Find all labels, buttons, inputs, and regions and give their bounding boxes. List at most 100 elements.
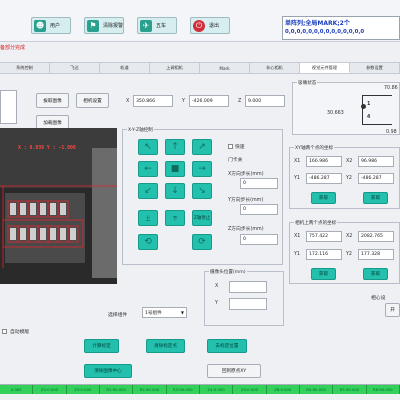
get-cam1-button[interactable]: 获取	[311, 268, 336, 280]
y-label: Y	[182, 99, 185, 104]
auto-template-checkbox[interactable]	[2, 329, 7, 334]
arrow-left-icon: ←	[144, 164, 152, 174]
cursor-overlay: X : 0.039 Y : -1.000	[18, 146, 76, 151]
axis-status-cell: 0.063	[0, 385, 34, 394]
xyz-control-title: X-Y-Z轴控制	[127, 127, 154, 133]
x2-field[interactable]: 96.986	[358, 156, 394, 167]
status-title: 单阵列;全局MARK;2个	[285, 20, 350, 27]
tab-track[interactable]: 轨道	[100, 63, 150, 73]
move-up-left-button[interactable]: ↖	[138, 139, 158, 155]
cam-x1-field[interactable]: 757.422	[306, 231, 342, 242]
move-up-button[interactable]: ↑	[165, 139, 185, 155]
y-coord-field[interactable]: -426.009	[189, 95, 229, 107]
auto-template-toggle[interactable]: 自动模版	[2, 328, 29, 335]
go-calibration-position-button[interactable]: 去标定位置	[207, 339, 247, 353]
cam-x2-field[interactable]: 2082.765	[358, 231, 394, 242]
clear-calibration-points-button[interactable]: 清除标定点	[146, 339, 185, 353]
move-stop-button[interactable]: ■	[165, 161, 185, 177]
z-stop-button[interactable]: Z轴停止	[192, 210, 212, 226]
y2-label: Y2	[346, 176, 352, 181]
axis-status-cell: R1:90.000	[99, 385, 134, 394]
tab-system[interactable]: 系统控制	[0, 63, 50, 73]
tab-params[interactable]: 参数设置	[350, 63, 400, 73]
x2-label: X2	[346, 159, 353, 164]
x-step-label: X方向步长(mm)	[228, 172, 264, 177]
y2-field[interactable]: -486.287	[358, 173, 394, 184]
component-select[interactable]: 1号组件 ▼	[142, 307, 187, 318]
get-cam2-button[interactable]: 获取	[363, 268, 388, 280]
arrow-down-icon: ↓	[171, 186, 179, 196]
rotate-cw-button[interactable]: ⟳	[192, 234, 212, 250]
status-values: 0,0,0,0,0,0,0,0,0,0,0,0,0,0	[285, 29, 365, 35]
capture-image-button[interactable]: 拔取图像	[36, 93, 69, 108]
warning-text: 备部分完成	[0, 45, 26, 51]
cam-x-label: X	[215, 284, 219, 289]
truck-button[interactable]: ✈ 五车	[137, 17, 177, 34]
tab-center-camera[interactable]: 非心相机	[250, 63, 300, 73]
alarm-clear-icon: ⚑	[87, 19, 99, 32]
z-step-field[interactable]: 0	[240, 234, 278, 245]
clear-image-center-button[interactable]: 清除图像中心	[84, 364, 132, 378]
nozzle-point-4: 4	[367, 115, 371, 120]
fast-toggle[interactable]: 快速	[228, 143, 245, 150]
door-label: 门卡关	[228, 158, 243, 163]
nozzle-diagram	[362, 95, 392, 125]
nozzle-top-value: 70.86	[384, 86, 398, 91]
cam-y1-field[interactable]: 172.116	[306, 249, 342, 260]
cam-y2-field[interactable]: 177.328	[358, 249, 394, 260]
y-step-label: Y方向步长(mm)	[228, 198, 264, 203]
axis-status-cell: Z4:0.000	[199, 385, 234, 394]
move-down-right-button[interactable]: ↘	[192, 183, 212, 199]
compute-calibration-button[interactable]: 计算标定	[84, 339, 119, 353]
arrow-down-right-icon: ↘	[198, 186, 206, 196]
tab-vision[interactable]: 视觉元件管理	[300, 63, 350, 73]
z-coord-field[interactable]: 9.000	[245, 95, 285, 107]
y1-label: Y1	[294, 176, 300, 181]
cam-y-label: Y	[215, 301, 218, 306]
rotate-ccw-button[interactable]: ⟲	[138, 234, 158, 250]
tab-bar: 系统控制 飞达 轨道 上调相机 Mark 非心相机 视觉元件管理 参数设置	[0, 62, 400, 74]
stop-icon: ■	[170, 164, 180, 174]
axis-status-cell: R3:90.000	[166, 385, 200, 394]
move-down-button[interactable]: ↓	[165, 183, 185, 199]
user-button[interactable]: ☻ 用户	[31, 17, 71, 34]
tab-up-camera[interactable]: 上调相机	[150, 63, 200, 73]
tab-feeder[interactable]: 飞达	[50, 63, 100, 73]
tab-mark[interactable]: Mark	[200, 63, 250, 73]
cam-y2-label: Y2	[346, 252, 352, 257]
cam-y-field[interactable]	[229, 298, 267, 310]
return-origin-xy-button[interactable]: 回到原点XY	[207, 364, 261, 378]
z-label: Z	[238, 99, 242, 104]
open-button[interactable]: 开	[385, 303, 400, 317]
fast-checkbox[interactable]	[228, 144, 233, 149]
get-xy1-button[interactable]: 获取	[311, 192, 336, 204]
move-up-right-button[interactable]: ↗	[192, 139, 212, 155]
clear-alarm-button[interactable]: ⚑ 清除报警	[84, 17, 124, 34]
axis-status-cell: R5:90.000	[333, 385, 367, 394]
nozzle-point-1: 1	[367, 102, 371, 107]
z-up-button[interactable]: 上	[138, 210, 158, 226]
move-down-left-button[interactable]: ↙	[138, 183, 158, 199]
camera-position-title: 摄像头位置(mm)	[209, 269, 247, 275]
x-coord-field[interactable]: 350.866	[133, 95, 173, 107]
cam-x2-label: X2	[346, 234, 353, 239]
nozzle-bottom-value: 0.98	[386, 130, 397, 135]
side-panel	[0, 90, 17, 124]
exit-button[interactable]: ⏻ 退出	[190, 17, 230, 34]
rotate-ccw-icon: ⟲	[144, 237, 152, 247]
nozzle-dot	[361, 104, 366, 109]
axis-status-cell: R4:90.000	[299, 385, 334, 394]
y1-field[interactable]: -486.287	[306, 173, 342, 184]
move-right-button[interactable]: →	[192, 161, 212, 177]
move-left-button[interactable]: ←	[138, 161, 158, 177]
x-step-field[interactable]: 0	[240, 178, 278, 189]
y-step-field[interactable]: 0	[240, 204, 278, 215]
camera-settings-button[interactable]: 相机设置	[76, 93, 109, 108]
x1-field[interactable]: 166.986	[306, 156, 342, 167]
cam-x-field[interactable]	[229, 281, 267, 293]
camera-view[interactable]: X : 0.039 Y : -1.000	[0, 128, 117, 284]
z-down-button[interactable]: 下	[165, 210, 185, 226]
status-display: 单阵列;全局MARK;2个 0,0,0,0,0,0,0,0,0,0,0,0,0,…	[282, 16, 400, 40]
get-xy2-button[interactable]: 获取	[363, 192, 388, 204]
axis-status-cell: R6:90.000	[366, 385, 400, 394]
